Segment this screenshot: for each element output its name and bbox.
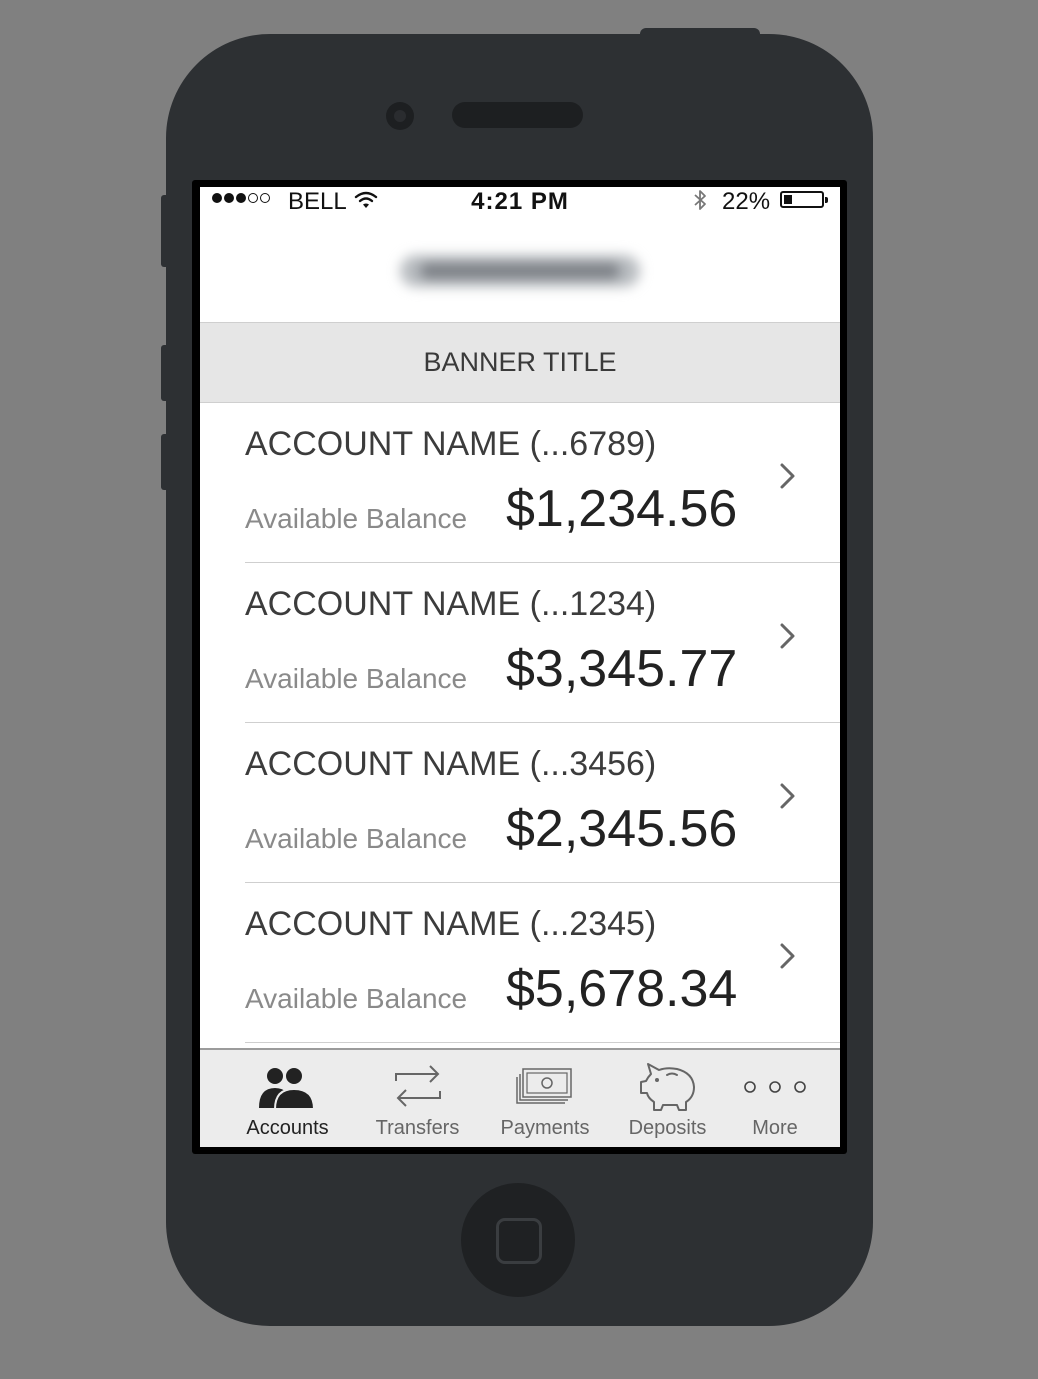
home-button-icon (496, 1218, 542, 1264)
deposits-icon (615, 1058, 720, 1116)
chevron-right-icon (774, 781, 800, 816)
header-logo (200, 217, 840, 322)
app-screen: BELL 4:21 PM 22% BANNER TITLE ACCOUNT NA… (200, 187, 840, 1147)
bluetooth-icon (690, 188, 710, 219)
blurred-logo-image (400, 255, 640, 287)
accounts-icon (230, 1058, 345, 1116)
balance-label: Available Balance (245, 663, 468, 694)
tab-accounts[interactable]: Accounts (230, 1050, 345, 1147)
balance-label: Available Balance (245, 503, 468, 534)
battery-percent: 22% (722, 188, 771, 215)
tab-deposits[interactable]: Deposits (615, 1050, 720, 1147)
tab-label: Deposits (628, 1117, 707, 1139)
battery-icon (780, 191, 828, 208)
tab-label: Accounts (246, 1117, 329, 1139)
earpiece-speaker (452, 102, 583, 128)
more-icon (730, 1058, 820, 1116)
tab-payments[interactable]: Payments (490, 1050, 600, 1147)
payments-icon (490, 1058, 600, 1116)
account-name: ACCOUNT NAME (...6789) (245, 425, 657, 463)
chevron-right-icon (774, 461, 800, 496)
tab-label: Transfers (375, 1117, 460, 1139)
account-row[interactable]: ACCOUNT NAME (...2345) Available Balance… (200, 883, 840, 1043)
account-name: ACCOUNT NAME (...2345) (245, 905, 657, 943)
balance-amount: $3,345.77 (506, 640, 738, 698)
tab-label: Payments (500, 1117, 590, 1139)
chevron-right-icon (774, 621, 800, 656)
row-divider (245, 1042, 840, 1043)
balance-label: Available Balance (245, 983, 468, 1014)
banner: BANNER TITLE (200, 322, 840, 403)
balance-amount: $5,678.34 (506, 960, 738, 1018)
account-name: ACCOUNT NAME (...3456) (245, 745, 657, 783)
tab-more[interactable]: More (730, 1050, 820, 1147)
transfers-icon (360, 1058, 475, 1116)
account-row[interactable]: ACCOUNT NAME (...6789) Available Balance… (200, 403, 840, 563)
account-name: ACCOUNT NAME (...1234) (245, 585, 657, 623)
account-row[interactable]: ACCOUNT NAME (...3456) Available Balance… (200, 723, 840, 883)
status-bar: BELL 4:21 PM 22% (200, 187, 840, 217)
front-camera (386, 102, 414, 130)
tab-bar: Accounts Transfers Payments Deposits Mor… (200, 1048, 840, 1147)
balance-amount: $2,345.56 (506, 800, 738, 858)
tab-label: More (752, 1117, 798, 1139)
balance-label: Available Balance (245, 823, 468, 854)
balance-amount: $1,234.56 (506, 480, 738, 538)
account-row[interactable]: ACCOUNT NAME (...1234) Available Balance… (200, 563, 840, 723)
chevron-right-icon (774, 941, 800, 976)
tab-transfers[interactable]: Transfers (360, 1050, 475, 1147)
banner-title: BANNER TITLE (423, 347, 617, 377)
